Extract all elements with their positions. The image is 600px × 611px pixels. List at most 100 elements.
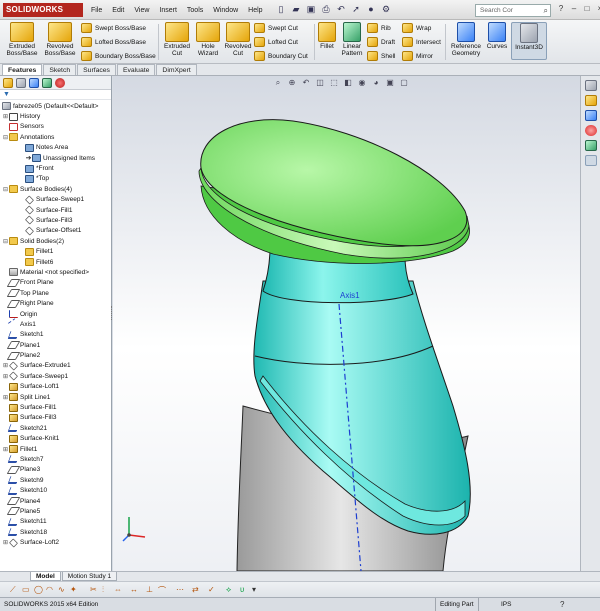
tree-item[interactable]: Sensors	[0, 122, 111, 132]
tree-item[interactable]: ➔ Unassigned Items	[0, 153, 111, 163]
trim-icon[interactable]: ✂	[90, 585, 97, 594]
revolved-cut-button[interactable]: Revolved Cut	[223, 22, 253, 57]
wrap-button[interactable]: Wrap	[402, 22, 431, 34]
new-icon[interactable]: ▯	[275, 3, 287, 16]
configuration-manager-tab-icon[interactable]	[29, 77, 39, 88]
intersect-button[interactable]: Intersect	[402, 36, 441, 48]
convert-entities-icon[interactable]: ⇄	[192, 585, 199, 594]
tree-item[interactable]: ⊞ Fillet1	[0, 444, 111, 454]
tree-item[interactable]: ⊞ Surface-Loft2	[0, 537, 111, 548]
solidworks-resources-icon[interactable]	[584, 80, 597, 91]
expand-icon[interactable]: ⊞	[2, 362, 9, 369]
tree-item[interactable]: Plane5	[0, 506, 111, 516]
tab-features[interactable]: Features	[2, 64, 43, 75]
tree-item[interactable]: ⊞ Split Line1	[0, 392, 111, 402]
tree-item[interactable]: Axis1	[0, 318, 111, 331]
tab-dimxpert[interactable]: DimXpert	[156, 64, 197, 75]
smart-dimension-icon[interactable]: ↔	[130, 585, 138, 594]
expand-icon[interactable]: ⊞	[2, 373, 9, 380]
undo-icon[interactable]: ↶	[335, 3, 347, 16]
dropdown-icon[interactable]: ▾	[252, 585, 256, 594]
collapse-icon[interactable]: ⊟	[2, 186, 9, 193]
tab-evaluate[interactable]: Evaluate	[116, 64, 156, 75]
graphics-area[interactable]: ⌕ ⊕ ↶ ◫ ⬚ ◧ ◉ ◕ ▣ ▢ Axis1	[113, 76, 580, 571]
lofted-cut-button[interactable]: Lofted Cut	[254, 36, 298, 48]
menu-file[interactable]: File	[86, 7, 107, 14]
tree-item[interactable]: Surface-Knit1	[0, 434, 111, 444]
save-icon[interactable]: ▣	[305, 3, 317, 16]
linear-pattern-button[interactable]: Linear Pattern	[338, 22, 366, 57]
tab-sketch[interactable]: Sketch	[43, 64, 77, 75]
tree-item[interactable]: ⊟ Solid Bodies(2)	[0, 236, 111, 246]
extruded-boss-button[interactable]: Extruded Boss/Base	[3, 22, 41, 57]
tree-item[interactable]: ⊟ Surface Bodies(4)	[0, 184, 111, 194]
open-icon[interactable]: ▰	[290, 3, 302, 16]
relations-icon[interactable]: ⊥	[146, 585, 153, 594]
design-library-icon[interactable]	[584, 95, 597, 106]
tree-item[interactable]: Plane3	[0, 465, 111, 475]
hole-wizard-button[interactable]: Hole Wizard	[194, 22, 222, 57]
arc-icon[interactable]: ◠	[46, 585, 53, 594]
line-icon[interactable]: ⟋	[10, 585, 16, 595]
point-icon[interactable]: ✦	[70, 585, 77, 594]
tree-item[interactable]: Surface-Fill3	[0, 215, 111, 225]
extruded-cut-button[interactable]: Extruded Cut	[161, 22, 193, 57]
mirror-button[interactable]: Mirror	[402, 50, 433, 62]
tree-item[interactable]: Fillet1	[0, 246, 111, 256]
select-icon[interactable]: ➚	[350, 3, 362, 16]
tree-item[interactable]: Front Plane	[0, 278, 111, 288]
tree-item[interactable]: Sketch21	[0, 423, 111, 433]
tree-item[interactable]: Material <not specified>	[0, 267, 111, 277]
tree-item[interactable]: Surface-Sweep1	[0, 195, 111, 205]
tree-item[interactable]: Sketch10	[0, 485, 111, 495]
revolved-boss-button[interactable]: Revolved Boss/Base	[41, 22, 79, 57]
file-explorer-icon[interactable]	[584, 110, 597, 121]
tree-item[interactable]: Origin	[0, 309, 111, 319]
menu-insert[interactable]: Insert	[154, 7, 182, 14]
tree-item[interactable]: Plane4	[0, 496, 111, 506]
options-icon[interactable]: ⚙	[380, 3, 392, 16]
reference-geometry-button[interactable]: Reference Geometry	[448, 22, 484, 57]
tree-item[interactable]: Surface-Loft1	[0, 382, 111, 392]
tree-item[interactable]: Right Plane	[0, 298, 111, 308]
sketch-fillet-icon[interactable]: ⌒	[158, 585, 166, 596]
tree-item[interactable]: Surface-Offset1	[0, 226, 111, 236]
tree-item[interactable]: ⊟ Annotations	[0, 132, 111, 142]
menu-help[interactable]: Help	[243, 7, 267, 14]
collapse-icon[interactable]: ⊟	[2, 238, 9, 245]
axis1-label[interactable]: Axis1	[340, 291, 360, 300]
display-manager-tab-icon[interactable]	[55, 77, 65, 88]
plane-select-icon[interactable]: ⟡	[226, 585, 231, 595]
expand-icon[interactable]: ⊞	[2, 113, 9, 120]
pattern-icon[interactable]: ⋯	[176, 585, 184, 594]
status-help-icon[interactable]: ?	[560, 598, 564, 611]
tree-item[interactable]: Sketch7	[0, 454, 111, 464]
menu-tools[interactable]: Tools	[182, 7, 208, 14]
instant3d-button[interactable]: Instant3D	[511, 22, 547, 60]
tree-item[interactable]: Plane1	[0, 340, 111, 350]
close-icon[interactable]: ×	[595, 4, 600, 13]
draft-button[interactable]: Draft	[367, 36, 395, 48]
menu-edit[interactable]: Edit	[107, 7, 129, 14]
search-icon[interactable]: ⌕	[544, 5, 548, 16]
shell-button[interactable]: Shell	[367, 50, 395, 62]
tree-item[interactable]: *Top	[0, 174, 111, 184]
property-manager-tab-icon[interactable]	[16, 77, 26, 88]
curves-button[interactable]: Curves	[485, 22, 509, 50]
feature-manager-tab-icon[interactable]	[3, 77, 13, 88]
curve-icon[interactable]: ʋ	[240, 585, 244, 594]
tree-item[interactable]: *Front	[0, 163, 111, 173]
tree-item[interactable]: ⊞ Surface-Extrude1	[0, 361, 111, 371]
tree-item[interactable]: ⊞ History	[0, 111, 111, 121]
mirror-entities-icon[interactable]: ⇔	[114, 585, 122, 594]
tree-item[interactable]: Surface-Fill3	[0, 413, 111, 423]
tree-item[interactable]: Plane2	[0, 350, 111, 360]
tree-item[interactable]: Fillet6	[0, 257, 111, 267]
collapse-icon[interactable]: ⊟	[2, 134, 9, 141]
tree-item[interactable]: Sketch11	[0, 517, 111, 527]
appearances-icon[interactable]	[584, 125, 597, 136]
print-icon[interactable]: ⎙	[320, 3, 332, 16]
tree-item[interactable]: Notes Area	[0, 143, 111, 153]
spline-icon[interactable]: ∿	[58, 585, 65, 594]
tree-item[interactable]: ⊞ Surface-Sweep1	[0, 371, 111, 381]
